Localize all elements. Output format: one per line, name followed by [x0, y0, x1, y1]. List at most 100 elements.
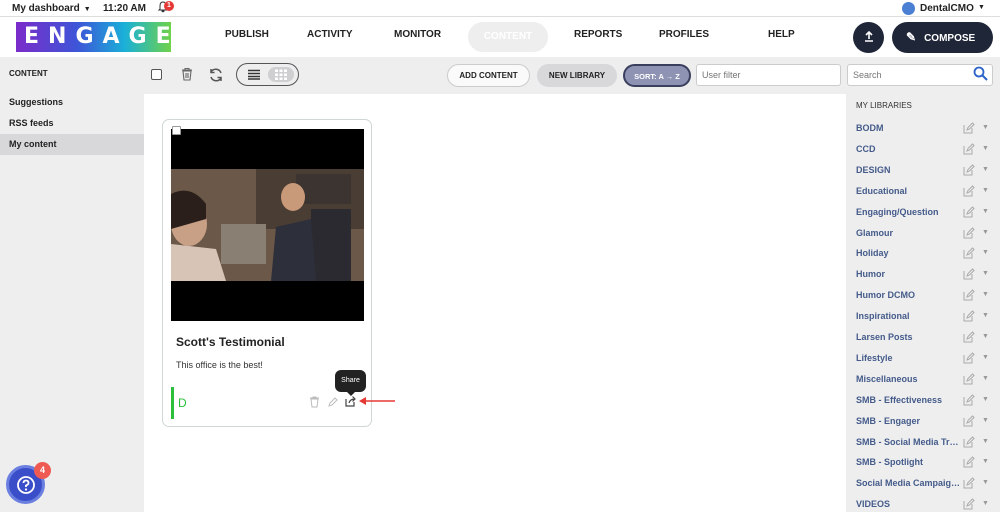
library-name[interactable]: Humor DCMO: [856, 290, 962, 300]
edit-icon[interactable]: [963, 143, 975, 155]
library-item[interactable]: SMB - Spotlight ▼: [856, 455, 996, 471]
sidebar-item-my-content[interactable]: My content: [0, 134, 144, 155]
library-item[interactable]: Educational ▼: [856, 184, 996, 200]
library-item[interactable]: Engaging/Question ▼: [856, 205, 996, 221]
edit-icon[interactable]: [963, 205, 975, 218]
library-menu-chevron-icon[interactable]: ▼: [982, 166, 989, 173]
nav-activity[interactable]: ACTIVITY: [307, 29, 353, 40]
library-item[interactable]: SMB - Engager ▼: [856, 414, 996, 430]
edit-icon[interactable]: [963, 289, 975, 301]
nav-profiles[interactable]: PROFILES: [659, 29, 709, 40]
library-menu-chevron-icon[interactable]: ▼: [982, 375, 989, 382]
library-item[interactable]: Inspirational ▼: [856, 309, 996, 325]
edit-icon[interactable]: [963, 456, 975, 468]
library-item[interactable]: Social Media Campaign... ▼: [856, 476, 996, 492]
edit-icon[interactable]: [963, 310, 975, 322]
library-menu-chevron-icon[interactable]: ▼: [982, 333, 989, 340]
library-name[interactable]: Glamour: [856, 228, 962, 238]
edit-icon[interactable]: [963, 226, 975, 239]
library-name[interactable]: Social Media Campaign...: [856, 478, 962, 488]
library-item[interactable]: Humor ▼: [856, 267, 996, 283]
grid-view-button[interactable]: [268, 67, 294, 82]
library-menu-chevron-icon[interactable]: ▼: [982, 291, 989, 298]
library-item[interactable]: Holiday ▼: [856, 246, 996, 262]
library-name[interactable]: Holiday: [856, 248, 962, 258]
library-name[interactable]: Miscellaneous: [856, 374, 962, 384]
new-library-button[interactable]: NEW LIBRARY: [537, 64, 617, 87]
library-item[interactable]: Miscellaneous ▼: [856, 372, 996, 388]
user-name[interactable]: DentalCMO: [920, 3, 974, 14]
edit-icon[interactable]: [963, 164, 975, 176]
edit-icon[interactable]: [963, 393, 975, 406]
library-menu-chevron-icon[interactable]: ▼: [982, 312, 989, 319]
library-name[interactable]: Humor: [856, 269, 962, 279]
chevron-down-icon[interactable]: ▼: [84, 6, 91, 13]
library-name[interactable]: DESIGN: [856, 165, 962, 175]
trash-icon[interactable]: [180, 67, 194, 81]
dashboard-selector[interactable]: My dashboard ▼: [12, 3, 91, 14]
edit-icon[interactable]: [963, 331, 975, 343]
library-menu-chevron-icon[interactable]: ▼: [982, 479, 989, 486]
library-item[interactable]: VIDEOS ▼: [856, 497, 996, 512]
library-name[interactable]: CCD: [856, 144, 962, 154]
engager-logo[interactable]: ENGAGER: [16, 22, 197, 52]
library-menu-chevron-icon[interactable]: ▼: [982, 396, 989, 403]
card-select-checkbox[interactable]: [172, 126, 181, 135]
select-all-checkbox[interactable]: [151, 69, 162, 80]
library-item[interactable]: BODM ▼: [856, 121, 996, 137]
library-item[interactable]: Larsen Posts ▼: [856, 330, 996, 346]
library-item[interactable]: SMB - Effectiveness ▼: [856, 393, 996, 409]
library-name[interactable]: Educational: [856, 186, 962, 196]
search-input[interactable]: [847, 64, 993, 86]
library-menu-chevron-icon[interactable]: ▼: [982, 438, 989, 445]
edit-icon[interactable]: [963, 477, 975, 489]
library-item[interactable]: SMB - Social Media Trai... ▼: [856, 435, 996, 451]
nav-reports[interactable]: REPORTS: [574, 29, 622, 40]
library-name[interactable]: SMB - Spotlight: [856, 457, 962, 467]
library-item[interactable]: CCD ▼: [856, 142, 996, 158]
library-menu-chevron-icon[interactable]: ▼: [982, 124, 989, 131]
search-icon[interactable]: [973, 66, 988, 81]
library-menu-chevron-icon[interactable]: ▼: [982, 270, 989, 277]
library-item[interactable]: Lifestyle ▼: [856, 351, 996, 367]
library-menu-chevron-icon[interactable]: ▼: [982, 208, 989, 215]
library-name[interactable]: Engaging/Question: [856, 207, 962, 217]
library-name[interactable]: Larsen Posts: [856, 332, 962, 342]
library-menu-chevron-icon[interactable]: ▼: [982, 458, 989, 465]
upload-button[interactable]: [853, 22, 884, 53]
dashboard-label[interactable]: My dashboard: [12, 3, 80, 14]
library-name[interactable]: Lifestyle: [856, 353, 962, 363]
library-menu-chevron-icon[interactable]: ▼: [982, 500, 989, 507]
library-name[interactable]: BODM: [856, 123, 962, 133]
edit-icon[interactable]: [963, 373, 975, 385]
user-avatar[interactable]: [902, 2, 915, 15]
edit-icon[interactable]: [963, 435, 975, 448]
library-menu-chevron-icon[interactable]: ▼: [982, 187, 989, 194]
user-filter-input[interactable]: [696, 64, 841, 86]
library-menu-chevron-icon[interactable]: ▼: [982, 417, 989, 424]
edit-icon[interactable]: [963, 414, 975, 427]
nav-monitor[interactable]: MONITOR: [394, 29, 441, 40]
library-item[interactable]: DESIGN ▼: [856, 163, 996, 179]
compose-button[interactable]: ✎ COMPOSE: [892, 22, 993, 53]
library-menu-chevron-icon[interactable]: ▼: [982, 145, 989, 152]
edit-icon[interactable]: [963, 498, 975, 510]
edit-icon[interactable]: [963, 184, 975, 197]
library-menu-chevron-icon[interactable]: ▼: [982, 354, 989, 361]
library-name[interactable]: Inspirational: [856, 311, 962, 321]
card-edit-icon[interactable]: [327, 396, 338, 408]
list-view-button[interactable]: [241, 67, 267, 82]
sidebar-item-suggestions[interactable]: Suggestions: [0, 92, 144, 113]
edit-icon[interactable]: [963, 122, 975, 134]
edit-icon[interactable]: [963, 247, 975, 259]
library-name[interactable]: SMB - Effectiveness: [856, 395, 962, 405]
card-trash-icon[interactable]: [309, 396, 320, 408]
library-menu-chevron-icon[interactable]: ▼: [982, 249, 989, 256]
nav-content[interactable]: CONTENT: [468, 22, 548, 52]
video-thumbnail[interactable]: [171, 129, 364, 321]
user-menu-chevron-icon[interactable]: ▼: [978, 4, 985, 11]
sort-button[interactable]: SORT: A → Z: [623, 64, 691, 87]
edit-icon[interactable]: [963, 352, 975, 364]
library-name[interactable]: SMB - Social Media Trai...: [856, 437, 962, 447]
library-item[interactable]: Humor DCMO ▼: [856, 288, 996, 304]
